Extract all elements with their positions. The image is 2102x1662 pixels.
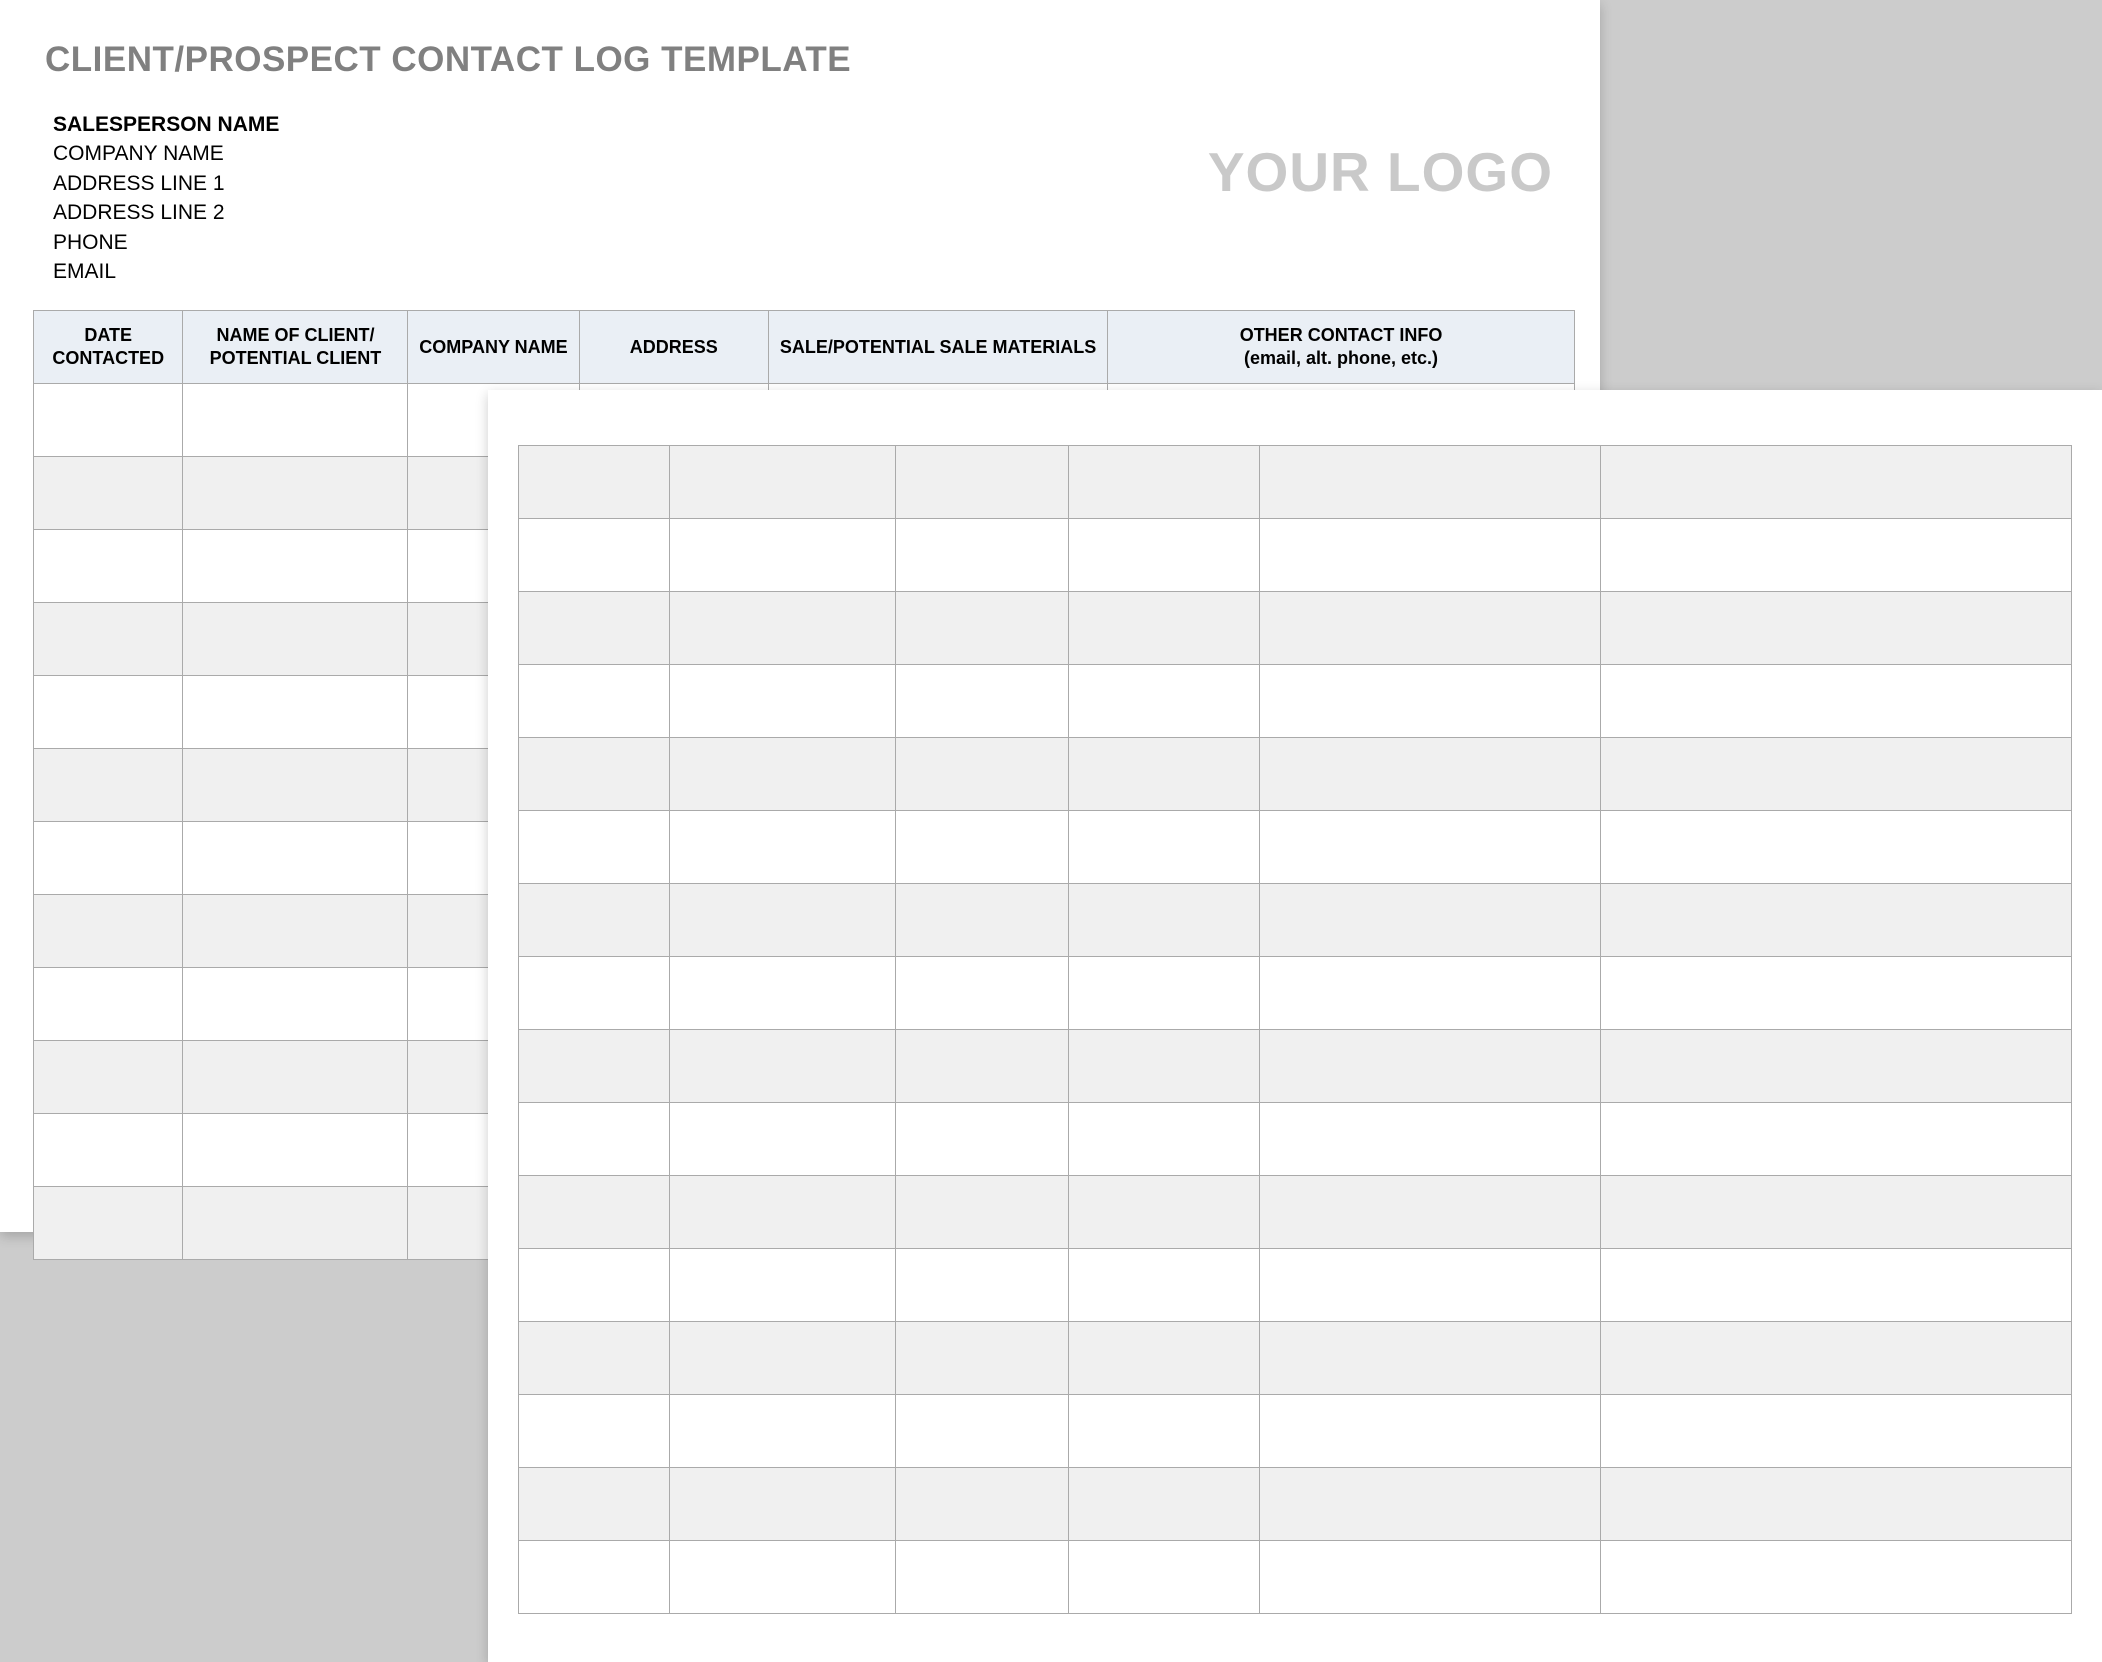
salesperson-address1: ADDRESS LINE 1	[53, 169, 279, 198]
col-address: ADDRESS	[579, 311, 769, 384]
col-client-name: NAME OF CLIENT/ POTENTIAL CLIENT	[183, 311, 408, 384]
col-other-contact: OTHER CONTACT INFO (email, alt. phone, e…	[1108, 311, 1575, 384]
table-row	[519, 957, 2072, 1030]
col-date-contacted: DATE CONTACTED	[34, 311, 183, 384]
table-header-row: DATE CONTACTED NAME OF CLIENT/ POTENTIAL…	[34, 311, 1575, 384]
salesperson-address2: ADDRESS LINE 2	[53, 198, 279, 227]
col-sale-materials: SALE/POTENTIAL SALE MATERIALS	[769, 311, 1108, 384]
table-row	[519, 519, 2072, 592]
logo-placeholder: YOUR LOGO	[1208, 140, 1553, 204]
table-row	[519, 1395, 2072, 1468]
table-row	[519, 738, 2072, 811]
table-row	[519, 1103, 2072, 1176]
table-row	[519, 1541, 2072, 1614]
document-title: CLIENT/PROSPECT CONTACT LOG TEMPLATE	[45, 40, 1575, 80]
salesperson-company: COMPANY NAME	[53, 139, 279, 168]
table-row	[519, 811, 2072, 884]
salesperson-name-label: SALESPERSON NAME	[53, 110, 279, 139]
table-row	[519, 1176, 2072, 1249]
table-row	[519, 1322, 2072, 1395]
contact-log-table-continued	[518, 445, 2072, 1614]
salesperson-phone: PHONE	[53, 228, 279, 257]
col-other-contact-line2: (email, alt. phone, etc.)	[1244, 348, 1438, 368]
page-2	[488, 390, 2102, 1662]
table-row	[519, 1030, 2072, 1103]
table-row	[519, 665, 2072, 738]
col-other-contact-line1: OTHER CONTACT INFO	[1240, 325, 1443, 345]
col-company-name: COMPANY NAME	[408, 311, 579, 384]
salesperson-block: SALESPERSON NAME COMPANY NAME ADDRESS LI…	[53, 110, 279, 286]
table-row	[519, 446, 2072, 519]
table-row	[519, 1468, 2072, 1541]
salesperson-email: EMAIL	[53, 257, 279, 286]
header-block: SALESPERSON NAME COMPANY NAME ADDRESS LI…	[33, 110, 1575, 286]
table-row	[519, 884, 2072, 957]
table-row	[519, 592, 2072, 665]
table-row	[519, 1249, 2072, 1322]
